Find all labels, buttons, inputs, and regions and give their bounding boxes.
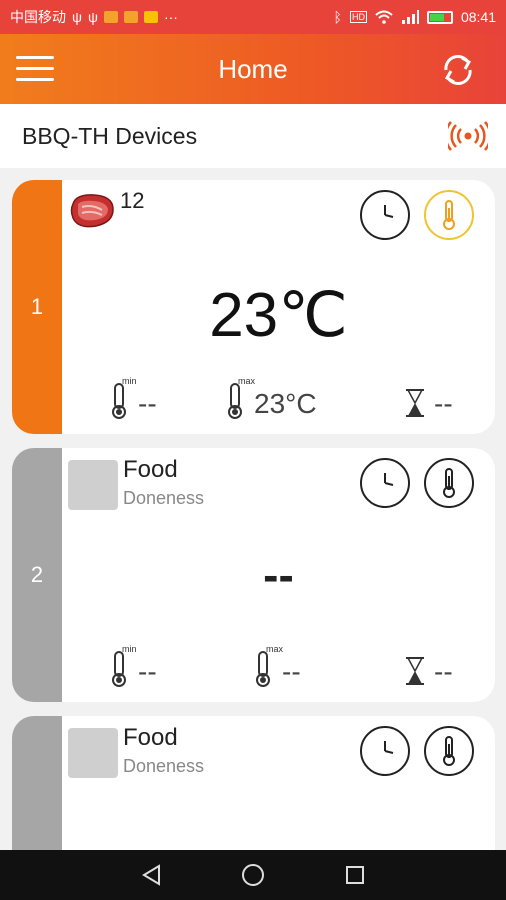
carrier-label: 中国移动	[10, 9, 66, 25]
clock-icon	[384, 473, 394, 486]
refresh-icon[interactable]	[438, 50, 478, 90]
probe-card-1[interactable]: 1 12 23℃ min -- max 23°C --	[12, 180, 495, 434]
back-icon[interactable]	[137, 861, 165, 889]
thermometer-min-icon: min	[108, 644, 137, 688]
max-temperature: max --	[252, 644, 301, 688]
probe-index: 1	[30, 294, 44, 319]
home-icon[interactable]	[239, 861, 267, 889]
signal-icon	[401, 10, 419, 24]
thermometer-min-icon: min	[108, 376, 137, 420]
food-image-placeholder[interactable]	[68, 460, 118, 510]
thermometer-max-icon: max	[224, 376, 255, 420]
timer-button[interactable]	[360, 458, 410, 508]
temperature-target-button[interactable]	[424, 190, 474, 240]
probe-index-tab: 2	[12, 448, 62, 702]
current-temperature: --	[263, 549, 294, 601]
page-title: Home	[218, 53, 288, 84]
min-temperature: min --	[108, 376, 157, 420]
devices-title: BBQ-TH Devices	[22, 122, 198, 149]
timer-status: --	[404, 380, 453, 420]
timer-button[interactable]	[360, 726, 410, 776]
thermometer-max-icon: max	[252, 644, 283, 688]
food-name: Food	[123, 456, 178, 483]
probe-index: 2	[30, 562, 44, 587]
timer-value: --	[434, 656, 453, 687]
temperature-target-button[interactable]	[424, 726, 474, 776]
more-icon: ···	[163, 9, 178, 25]
temperature-target-button[interactable]	[424, 458, 474, 508]
meat-steak-icon	[70, 194, 114, 228]
min-value: --	[138, 388, 157, 419]
timer-value: --	[434, 388, 453, 419]
probe-label: 12	[120, 188, 145, 213]
thermometer-icon	[443, 468, 455, 498]
min-value: --	[138, 656, 157, 687]
card-icon	[103, 11, 118, 23]
thermometer-icon	[443, 736, 455, 766]
app-bar: Home	[0, 34, 506, 104]
usb-icon: ψ	[72, 9, 82, 25]
app-badge-icon	[123, 11, 138, 23]
hd-icon: HD	[349, 11, 367, 23]
hourglass-icon	[404, 380, 430, 420]
doneness-label: Doneness	[123, 756, 205, 776]
food-image-placeholder[interactable]	[68, 728, 118, 778]
clock-icon	[384, 741, 394, 754]
clock-time: 08:41	[460, 9, 496, 25]
recents-icon[interactable]	[341, 861, 369, 889]
usb-icon: ψ	[87, 9, 98, 25]
bluetooth-icon: ᛒ	[333, 9, 342, 25]
min-temperature: min --	[108, 644, 157, 688]
current-temperature: 23℃	[209, 281, 348, 350]
max-value: --	[282, 656, 301, 687]
app-badge-icon	[143, 11, 158, 23]
hourglass-icon	[404, 648, 430, 688]
thermometer-icon	[443, 200, 455, 230]
probe-index-tab: 1	[12, 180, 62, 434]
clock-icon	[384, 205, 394, 218]
system-nav-bar	[0, 850, 506, 900]
battery-icon	[426, 10, 453, 24]
broadcast-icon[interactable]	[448, 120, 488, 152]
status-bar: 中国移动 ψ ψ ··· ᛒ HD 08:41	[0, 0, 506, 34]
food-name: Food	[123, 724, 178, 751]
timer-button[interactable]	[360, 190, 410, 240]
probe-card-2[interactable]: 2 Food Doneness -- min -- max -- --	[12, 448, 495, 702]
wifi-icon	[375, 10, 393, 24]
max-value: 23°C	[254, 388, 317, 419]
max-temperature: max 23°C	[224, 376, 317, 420]
timer-status: --	[404, 648, 453, 688]
doneness-label: Doneness	[123, 488, 205, 508]
devices-header: BBQ-TH Devices	[0, 104, 506, 168]
